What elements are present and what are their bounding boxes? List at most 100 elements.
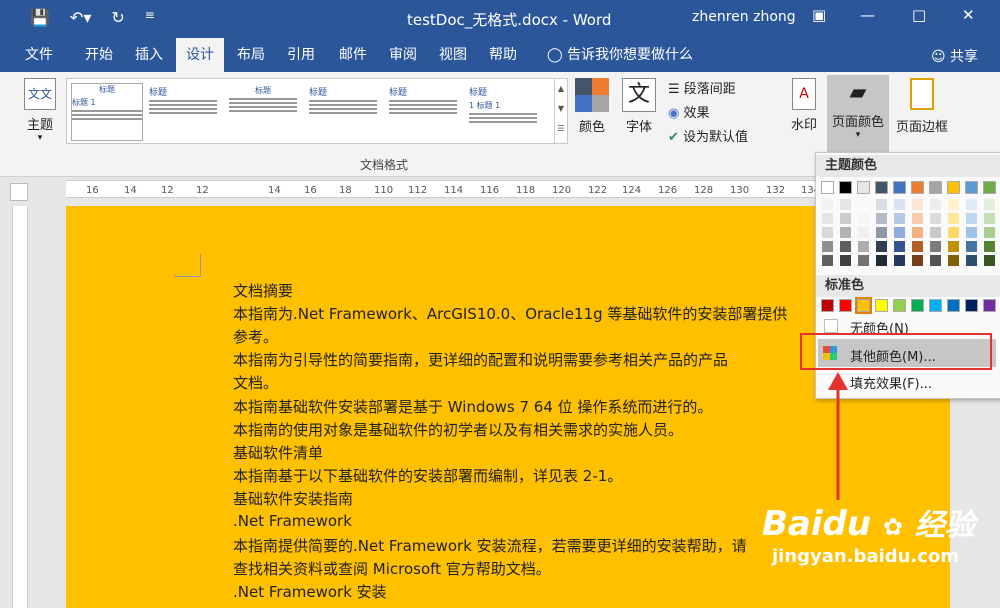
color-shade-swatch[interactable] (912, 213, 923, 224)
color-shade-swatch[interactable] (822, 199, 833, 210)
vertical-ruler[interactable] (12, 206, 28, 608)
share-button[interactable]: ☺ 共享 (931, 46, 978, 66)
tab-insert[interactable]: 插入 (126, 38, 172, 72)
effects-button[interactable]: ◉ 效果 (668, 102, 768, 121)
themes-button[interactable]: 文文 主题 ▾ (18, 78, 62, 143)
color-shade-swatch[interactable] (912, 255, 923, 266)
color-shade-swatch[interactable] (894, 241, 905, 252)
style-thumb[interactable]: 标题 (389, 85, 457, 139)
color-swatch[interactable] (857, 181, 870, 194)
color-shade-swatch[interactable] (948, 227, 959, 238)
customize-qat-icon[interactable]: ≡ (145, 8, 155, 27)
tab-layout[interactable]: 布局 (228, 38, 274, 72)
color-shade-swatch[interactable] (930, 227, 941, 238)
color-swatch[interactable] (839, 299, 852, 312)
color-swatch[interactable] (983, 299, 996, 312)
color-shade-swatch[interactable] (840, 199, 851, 210)
color-swatch[interactable] (983, 181, 996, 194)
color-swatch[interactable] (893, 181, 906, 194)
color-swatch[interactable] (947, 181, 960, 194)
style-thumb[interactable]: 标题 (149, 85, 217, 139)
color-shade-swatch[interactable] (858, 199, 869, 210)
tab-review[interactable]: 审阅 (380, 38, 426, 72)
color-shade-swatch[interactable] (894, 227, 905, 238)
redo-icon[interactable]: ↻ (111, 8, 124, 27)
tell-me-box[interactable]: ◯ 告诉我你想要做什么 (540, 38, 700, 72)
color-shade-swatch[interactable] (984, 213, 995, 224)
color-swatch[interactable] (855, 297, 872, 314)
doc-line[interactable]: 本指南的使用对象是基础软件的初学者以及有相关需求的实施人员。 (233, 419, 683, 440)
color-shade-swatch[interactable] (966, 255, 977, 266)
color-shade-swatch[interactable] (984, 255, 995, 266)
doc-line[interactable]: 查找相关资料或查阅 Microsoft 官方帮助文档。 (233, 558, 551, 579)
maximize-icon[interactable]: □ (912, 6, 926, 24)
style-set-gallery[interactable]: 标题 标题 1 标题 标题 标题 标题 标题 1 标题 1 ▲ ▼ ☰ (66, 78, 568, 144)
color-swatch[interactable] (821, 299, 834, 312)
color-swatch[interactable] (893, 299, 906, 312)
page-color-button[interactable]: ▰ 页面颜色 ▾ (827, 75, 889, 153)
color-swatch[interactable] (965, 181, 978, 194)
color-shade-swatch[interactable] (984, 241, 995, 252)
more-colors-item[interactable]: 其他颜色(M)... (850, 346, 936, 365)
ribbon-display-icon[interactable]: ▣ (812, 6, 826, 24)
doc-line[interactable]: 文档摘要 (233, 280, 293, 301)
save-icon[interactable]: 💾 (30, 8, 50, 27)
style-thumb[interactable]: 标题 (229, 85, 297, 139)
minimize-icon[interactable]: — (860, 6, 875, 24)
page-border-button[interactable]: 页面边框 (893, 78, 951, 135)
color-shade-swatch[interactable] (840, 213, 851, 224)
color-shade-swatch[interactable] (930, 241, 941, 252)
color-swatch[interactable] (911, 299, 924, 312)
doc-line[interactable]: 本指南为.Net Framework、ArcGIS10.0、Oracle11g … (233, 303, 787, 324)
tab-view[interactable]: 视图 (430, 38, 476, 72)
doc-line[interactable]: 本指南提供简要的.Net Framework 安装流程，若需要更详细的安装帮助，… (233, 535, 747, 556)
tab-design[interactable]: 设计 (176, 38, 224, 72)
doc-line[interactable]: 基础软件安装指南 (233, 488, 353, 509)
color-swatch[interactable] (929, 181, 942, 194)
colors-button[interactable]: 颜色 (574, 78, 610, 135)
color-shade-swatch[interactable] (858, 227, 869, 238)
color-swatch[interactable] (947, 299, 960, 312)
tab-references[interactable]: 引用 (278, 38, 324, 72)
paragraph-spacing-button[interactable]: ☰ 段落间距 (668, 78, 768, 97)
color-shade-swatch[interactable] (894, 255, 905, 266)
close-icon[interactable]: ✕ (962, 6, 975, 24)
doc-line[interactable]: 参考。 (233, 326, 278, 347)
fonts-button[interactable]: 文 字体 (621, 78, 657, 135)
color-shade-swatch[interactable] (876, 213, 887, 224)
color-shade-swatch[interactable] (876, 255, 887, 266)
set-default-button[interactable]: ✔ 设为默认值 (668, 126, 768, 145)
color-shade-swatch[interactable] (948, 255, 959, 266)
color-shade-swatch[interactable] (876, 241, 887, 252)
doc-line[interactable]: 文档。 (233, 372, 278, 393)
color-shade-swatch[interactable] (984, 199, 995, 210)
color-swatch[interactable] (929, 299, 942, 312)
color-shade-swatch[interactable] (840, 241, 851, 252)
color-swatch[interactable] (965, 299, 978, 312)
color-shade-swatch[interactable] (930, 255, 941, 266)
tab-help[interactable]: 帮助 (480, 38, 526, 72)
style-thumb[interactable]: 标题 标题 1 (71, 83, 143, 141)
color-shade-swatch[interactable] (840, 227, 851, 238)
color-swatch[interactable] (911, 181, 924, 194)
color-shade-swatch[interactable] (858, 255, 869, 266)
color-shade-swatch[interactable] (822, 213, 833, 224)
fill-effects-item[interactable]: 填充效果(F)... (850, 373, 932, 392)
watermark-button[interactable]: A 水印 (786, 78, 822, 133)
gallery-scroll[interactable]: ▲ ▼ ☰ (554, 79, 567, 143)
color-shade-swatch[interactable] (822, 227, 833, 238)
color-shade-swatch[interactable] (948, 199, 959, 210)
color-shade-swatch[interactable] (930, 199, 941, 210)
style-thumb[interactable]: 标题 (309, 85, 377, 139)
color-shade-swatch[interactable] (966, 199, 977, 210)
color-swatch[interactable] (875, 181, 888, 194)
color-shade-swatch[interactable] (876, 227, 887, 238)
color-shade-swatch[interactable] (858, 213, 869, 224)
tab-home[interactable]: 开始 (76, 38, 122, 72)
color-swatch[interactable] (839, 181, 852, 194)
style-thumb[interactable]: 标题 1 标题 1 (469, 85, 537, 139)
tab-mailings[interactable]: 邮件 (330, 38, 376, 72)
doc-line[interactable]: 基础软件清单 (233, 442, 323, 463)
color-shade-swatch[interactable] (894, 199, 905, 210)
doc-line[interactable]: 本指南基于以下基础软件的安装部署而编制，详见表 2-1。 (233, 465, 622, 486)
